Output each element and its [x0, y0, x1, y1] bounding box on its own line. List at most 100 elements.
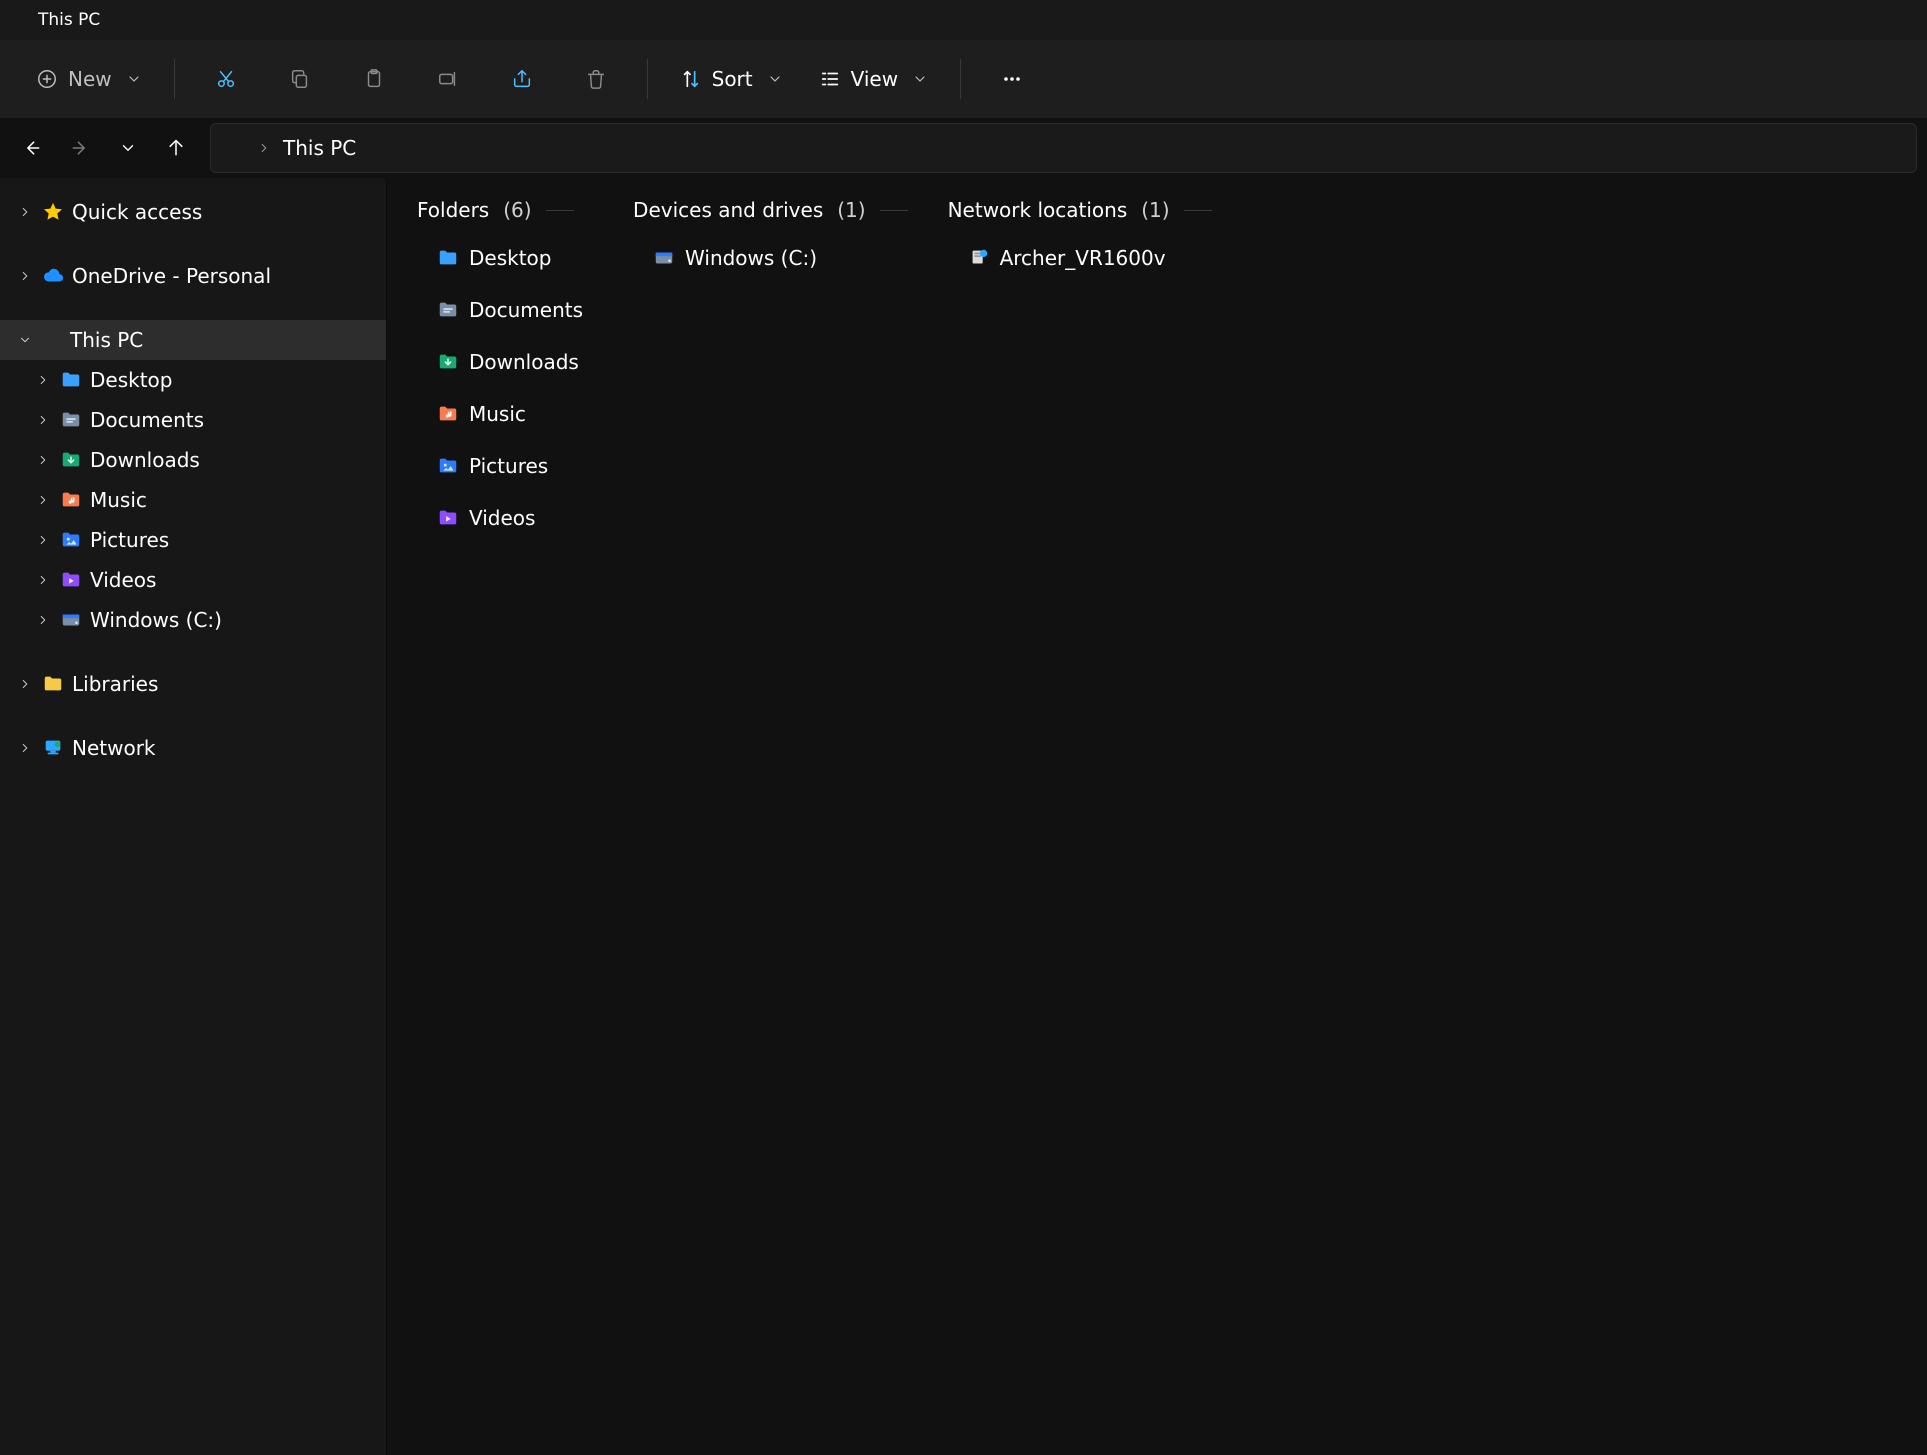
sort-icon — [680, 68, 702, 90]
cut-button[interactable] — [191, 56, 261, 102]
folder-documents-icon — [437, 299, 459, 321]
tree-downloads[interactable]: Downloads — [0, 440, 386, 480]
item-router[interactable]: Archer_VR1600v — [948, 238, 1212, 278]
navigation-bar: This PC — [0, 118, 1927, 178]
item-label: Downloads — [469, 350, 579, 374]
arrow-up-icon — [166, 138, 186, 158]
view-label: View — [851, 67, 898, 91]
chevron-down-icon — [912, 71, 928, 87]
chevron-right-icon[interactable] — [34, 453, 52, 467]
chevron-right-icon[interactable] — [34, 373, 52, 387]
rename-icon — [437, 68, 459, 90]
folder-pictures-icon — [437, 455, 459, 477]
tree-desktop[interactable]: Desktop — [0, 360, 386, 400]
tree-label: This PC — [70, 328, 143, 352]
item-desktop[interactable]: Desktop — [417, 238, 593, 278]
rename-button[interactable] — [413, 56, 483, 102]
share-button[interactable] — [487, 56, 557, 102]
new-label: New — [68, 67, 112, 91]
breadcrumb-this-pc[interactable]: This PC — [283, 136, 356, 160]
tree-pictures[interactable]: Pictures — [0, 520, 386, 560]
chevron-right-icon[interactable] — [34, 493, 52, 507]
new-button[interactable]: New — [20, 56, 158, 102]
chevron-right-icon[interactable] — [34, 573, 52, 587]
tree-videos[interactable]: Videos — [0, 560, 386, 600]
command-toolbar: New Sort View — [0, 40, 1927, 118]
star-icon — [42, 201, 64, 223]
chevron-down-icon — [119, 139, 137, 157]
item-c-drive[interactable]: Windows (C:) — [633, 238, 908, 278]
recent-locations-button[interactable] — [106, 126, 150, 170]
chevron-right-icon[interactable] — [16, 677, 34, 691]
delete-button[interactable] — [561, 56, 631, 102]
group-title: Network locations — [948, 198, 1128, 222]
copy-button[interactable] — [265, 56, 335, 102]
group-count: (1) — [837, 198, 865, 222]
sort-label: Sort — [712, 67, 753, 91]
item-documents[interactable]: Documents — [417, 290, 593, 330]
toolbar-separator — [960, 59, 961, 99]
cloud-icon — [42, 265, 64, 287]
arrow-right-icon — [70, 138, 90, 158]
tree-libraries[interactable]: Libraries — [0, 664, 386, 704]
chevron-right-icon[interactable] — [34, 613, 52, 627]
folder-music-icon — [60, 489, 82, 511]
back-button[interactable] — [10, 126, 54, 170]
folder-pictures-icon — [60, 529, 82, 551]
chevron-right-icon[interactable] — [16, 741, 34, 755]
group-header-drives[interactable]: Devices and drives (1) — [633, 198, 908, 222]
navigation-pane: Quick access OneDrive - Personal This PC… — [0, 178, 387, 1455]
group-network: Network locations (1) Archer_VR1600v — [948, 198, 1212, 290]
group-drives: Devices and drives (1) Windows (C:) — [633, 198, 908, 290]
forward-button[interactable] — [58, 126, 102, 170]
group-title: Folders — [417, 198, 489, 222]
tree-music[interactable]: Music — [0, 480, 386, 520]
group-folders: Folders (6) Desktop Documents Downloads — [417, 198, 593, 550]
chevron-right-icon[interactable] — [34, 533, 52, 547]
paste-icon — [363, 68, 385, 90]
more-button[interactable] — [977, 56, 1047, 102]
tree-this-pc[interactable]: This PC — [0, 320, 386, 360]
tree-quick-access[interactable]: Quick access — [0, 192, 386, 232]
group-header-folders[interactable]: Folders (6) — [417, 198, 593, 222]
folder-libraries-icon — [42, 673, 64, 695]
up-button[interactable] — [154, 126, 198, 170]
chevron-right-icon[interactable] — [16, 205, 34, 219]
tree-label: Pictures — [90, 528, 169, 552]
toolbar-separator — [647, 59, 648, 99]
folder-documents-icon — [60, 409, 82, 431]
tree-c-drive[interactable]: Windows (C:) — [0, 600, 386, 640]
item-videos[interactable]: Videos — [417, 498, 593, 538]
router-icon — [968, 247, 990, 269]
group-title: Devices and drives — [633, 198, 823, 222]
sort-button[interactable]: Sort — [664, 56, 799, 102]
address-bar[interactable]: This PC — [210, 123, 1917, 173]
chevron-right-icon[interactable] — [16, 269, 34, 283]
folder-music-icon — [437, 403, 459, 425]
more-icon — [1000, 67, 1024, 91]
item-label: Desktop — [469, 246, 551, 270]
tree-label: OneDrive - Personal — [72, 264, 271, 288]
group-rule — [546, 210, 574, 211]
this-pc-icon — [10, 12, 30, 28]
chevron-down-icon[interactable] — [16, 333, 34, 347]
chevron-down-icon — [126, 71, 142, 87]
item-music[interactable]: Music — [417, 394, 593, 434]
item-label: Music — [469, 402, 526, 426]
group-count: (6) — [503, 198, 531, 222]
folder-videos-icon — [60, 569, 82, 591]
tree-onedrive[interactable]: OneDrive - Personal — [0, 256, 386, 296]
group-header-network[interactable]: Network locations (1) — [948, 198, 1212, 222]
chevron-down-icon — [767, 71, 783, 87]
tree-documents[interactable]: Documents — [0, 400, 386, 440]
view-button[interactable]: View — [803, 56, 944, 102]
item-label: Documents — [469, 298, 583, 322]
chevron-right-icon[interactable] — [34, 413, 52, 427]
paste-button[interactable] — [339, 56, 409, 102]
tree-network[interactable]: Network — [0, 728, 386, 768]
plus-circle-icon — [36, 68, 58, 90]
item-pictures[interactable]: Pictures — [417, 446, 593, 486]
folder-desktop-icon — [437, 247, 459, 269]
item-downloads[interactable]: Downloads — [417, 342, 593, 382]
view-icon — [819, 68, 841, 90]
